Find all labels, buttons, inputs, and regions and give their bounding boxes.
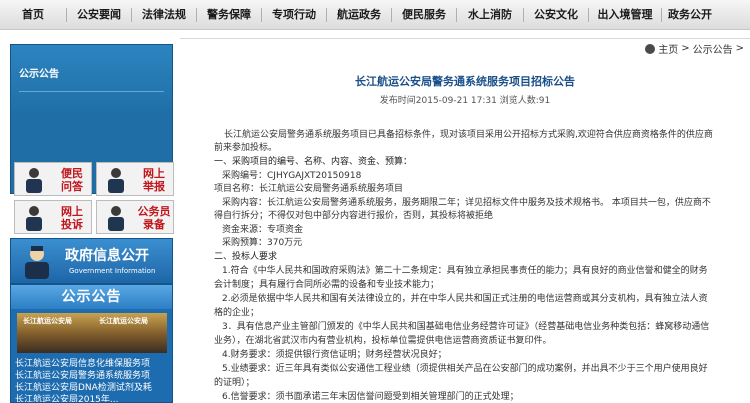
article-meta: 发布时间2015-09-21 17:31 浏览人数:91 <box>379 96 551 106</box>
nav-police-news[interactable]: 公安要闻 <box>67 0 131 30</box>
news-photo-caption: 长江航运公安局 <box>99 317 148 325</box>
section-heading: 二、投标人要求 <box>214 252 278 262</box>
article-paragraph: 采购编号：CJHYGAJXT20150918 <box>222 171 362 181</box>
article-paragraph: 3．具有信息产业主管部门颁发的《中华人民共和国基础电信业务经营许可证》（经营基础… <box>222 322 710 332</box>
nav-special-actions[interactable]: 专项行动 <box>262 0 326 30</box>
article-paragraph: 长江航运公安局警务通系统服务项目已具备招标条件，现对该项目采用公开招标方式采购,… <box>224 130 713 140</box>
breadcrumb-home-link[interactable]: 主页 <box>658 41 678 56</box>
notice-box-title: 公示公告 <box>19 69 59 80</box>
nav-police-support[interactable]: 警务保障 <box>197 0 261 30</box>
article-paragraph: 采购内容：长江航运公安局警务通系统服务，服务期限二年；详见招标文件中服务及技术规… <box>222 198 711 208</box>
service-label-line2: 举报 <box>143 180 165 193</box>
article-paragraph: 业务），在湖北省武汉市内有营业机构，投标单位需提供电信运营商资质证书复印件。 <box>214 336 552 346</box>
notice-box-divider <box>19 91 164 92</box>
article-paragraph: 1.符合《中华人民共和国政府采购法》第二十二条规定：具有独立承担民事责任的能力；… <box>222 266 708 276</box>
article-paragraph: 项目名称：长江航运公安局警务通系统服务项目 <box>214 184 404 194</box>
article-paragraph: 资金来源：专项资金 <box>222 225 304 235</box>
home-icon <box>645 43 656 54</box>
nav-home[interactable]: 首页 <box>0 0 66 30</box>
breadcrumb: 主页 > 公示公告 > <box>645 41 744 56</box>
section-heading: 一、采购项目的编号、名称、内容、资金、预算： <box>214 157 413 167</box>
service-label-line2: 录备 <box>143 218 165 231</box>
nav-public-services[interactable]: 便民服务 <box>392 0 456 30</box>
service-button-complaint[interactable]: 网上 投诉 <box>14 200 92 234</box>
notice-link[interactable]: 长江航运公安局2015年... <box>15 392 171 402</box>
article-title: 长江航运公安局警务通系统服务项目招标公告 <box>355 75 575 88</box>
article-paragraph: 会计制度；具有履行合同所必需的设备和专业技术能力； <box>214 280 440 290</box>
notice-panel-title: 公示公告 <box>11 285 172 309</box>
police-officer-icon <box>108 206 124 231</box>
service-label-line1: 网上 <box>143 167 165 180</box>
breadcrumb-section-link[interactable]: 公示公告 <box>693 41 733 56</box>
nav-exit-entry[interactable]: 出入境管理 <box>589 0 661 30</box>
article-paragraph: 格的企业； <box>214 308 260 318</box>
top-navigation: 首页 公安要闻 法律法规 警务保障 专项行动 航运政务 便民服务 水上消防 公安… <box>0 0 750 30</box>
nav-shipping-affairs[interactable]: 航运政务 <box>327 0 391 30</box>
left-sidebar: 公示公告 便民 问答 网上 举报 网上 投诉 公务员 录备 政府信息公开 Gov… <box>0 36 178 403</box>
government-info-title: 政府信息公开 <box>65 248 149 264</box>
nav-laws[interactable]: 法律法规 <box>132 0 196 30</box>
article-area: 主页 > 公示公告 > 长江航运公安局警务通系统服务项目招标公告 发布时间201… <box>180 38 750 403</box>
police-officer-icon <box>26 206 42 231</box>
article-paragraph: 的证明）； <box>214 378 255 388</box>
nav-water-fire[interactable]: 水上消防 <box>457 0 523 30</box>
service-label-line2: 问答 <box>61 180 83 193</box>
police-officer-icon <box>26 168 42 193</box>
nav-government-affairs[interactable]: 政务公开 <box>662 0 718 30</box>
article-paragraph: 得自行拆分；不得仅对包中部分内容进行报价，否则，其投标将被拒绝 <box>214 211 494 221</box>
notice-box-header: 公示公告 <box>11 45 172 115</box>
news-photo-caption: 长江航运公安局 <box>23 317 72 325</box>
article-paragraph: 6.信誉要求：须书面承诺三年末因信誉问题受到相关管理部门的正式处理； <box>222 392 519 402</box>
police-officer-icon <box>25 246 49 279</box>
notice-panel: 公示公告 长江航运公安局 长江航运公安局 长江航运公安局信息化维保服务项 长江航… <box>10 284 173 403</box>
government-info-subtitle: Government Information <box>69 267 156 275</box>
service-label-line2: 投诉 <box>61 218 83 231</box>
service-button-faq[interactable]: 便民 问答 <box>14 162 92 196</box>
police-officer-icon <box>108 168 124 193</box>
article-paragraph: 采购预算：370万元 <box>222 238 303 248</box>
nav-police-culture[interactable]: 公安文化 <box>524 0 588 30</box>
service-label-line1: 网上 <box>61 205 83 218</box>
service-label-line1: 公务员 <box>137 205 171 218</box>
service-button-report[interactable]: 网上 举报 <box>96 162 174 196</box>
page-root: 首页 公安要闻 法律法规 警务保障 专项行动 航运政务 便民服务 水上消防 公安… <box>0 0 750 403</box>
article-paragraph: 5.业绩要求：近三年具有类似公安通信工程业绩（须提供相关产品在公安部门的成功案例… <box>222 364 708 374</box>
breadcrumb-separator: > <box>681 43 690 54</box>
service-label-line1: 便民 <box>61 167 83 180</box>
service-button-civil-servant[interactable]: 公务员 录备 <box>96 200 174 234</box>
article-paragraph: 4.财务要求：须提供银行资信证明；财务经营状况良好； <box>222 350 447 360</box>
breadcrumb-separator: > <box>735 43 744 54</box>
article-paragraph: 2.必须是依据中华人民共和国有关法律设立的，并在中华人民共和国正式注册的电信运营… <box>222 294 708 304</box>
government-info-banner[interactable]: 政府信息公开 Government Information <box>10 238 173 284</box>
article-paragraph: 前来参加投标。 <box>214 143 278 153</box>
